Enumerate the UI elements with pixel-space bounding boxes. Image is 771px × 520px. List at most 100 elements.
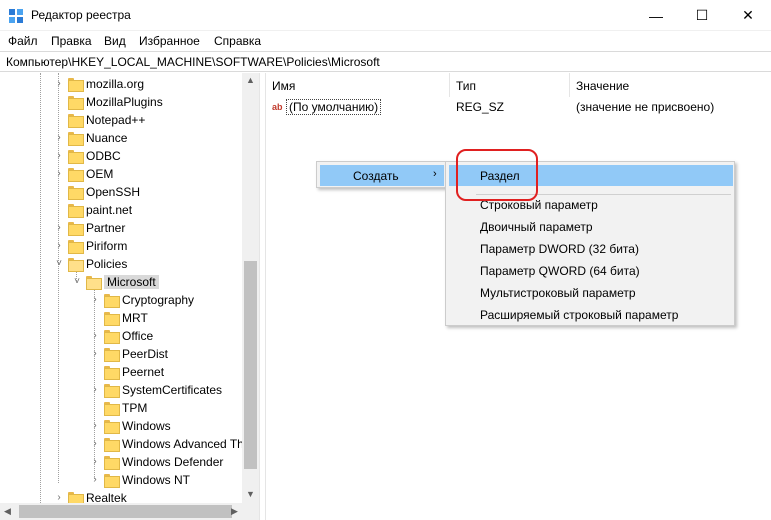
expand-icon [90,367,100,377]
minimize-button[interactable]: — [633,0,679,31]
expand-icon [54,187,64,197]
menu-edit[interactable]: Правка [51,34,92,48]
expand-icon[interactable]: › [54,133,64,143]
tree-item-paint-net[interactable]: paint.net [54,201,132,219]
folder-icon [68,204,84,218]
tree-item-nuance[interactable]: › Nuance [54,129,127,147]
tree-item-label: Cryptography [122,293,195,307]
expand-icon[interactable]: › [54,151,64,161]
tree-item-systemcertificates[interactable]: › SystemCertificates [90,381,222,399]
submenu-item-qword-value[interactable]: Параметр QWORD (64 бита) [449,260,733,281]
tree-item-label: Peernet [122,365,165,379]
tree-item-label: mozilla.org [86,77,145,91]
minimize-icon: — [649,7,663,24]
address-path: Компьютер\HKEY_LOCAL_MACHINE\SOFTWARE\Po… [6,55,380,69]
expand-icon[interactable]: › [54,79,64,89]
tree-item-mozillaplugins[interactable]: MozillaPlugins [54,93,163,111]
tree-item-mrt[interactable]: MRT [90,309,148,327]
tree-item-windows-nt[interactable]: › Windows NT [90,471,190,489]
collapse-icon[interactable]: ˅ [54,259,64,269]
expand-icon[interactable]: › [90,295,100,305]
tree-item-label: Notepad++ [86,113,146,127]
tree-item-tpm[interactable]: TPM [90,399,147,417]
context-menu-item-create[interactable]: Создать › [320,165,444,186]
folder-icon [68,114,84,128]
expand-icon[interactable]: › [54,493,64,503]
folder-icon [104,420,120,434]
value-type: REG_SZ [456,100,505,114]
close-button[interactable]: ✕ [725,0,771,31]
tree-item-openssh[interactable]: OpenSSH [54,183,140,201]
column-header-type[interactable]: Тип [450,73,570,97]
window-title: Редактор реестра [31,8,131,22]
tree-item-microsoft[interactable]: ˅ Microsoft [72,273,159,291]
tree-vertical-scroll-thumb[interactable] [244,261,257,469]
expand-icon[interactable]: › [90,439,100,449]
tree-item-label: TPM [122,401,148,415]
menu-bar: Файл Правка Вид Избранное Справка [0,31,771,51]
tree-item-windows-advanced-th[interactable]: › Windows Advanced Th [90,435,244,453]
expand-icon[interactable]: › [90,457,100,467]
tree-item-policies[interactable]: ˅ Policies [54,255,127,273]
tree-item-piriform[interactable]: › Piriform [54,237,127,255]
tree-item-label: MozillaPlugins [86,95,163,109]
title-bar: Редактор реестра — ☐ ✕ [0,0,771,31]
tree-item-label: Windows NT [122,473,191,487]
scroll-up-icon[interactable]: ▲ [246,75,255,85]
pane-splitter[interactable] [259,73,266,520]
tree-pane[interactable]: › mozilla.org MozillaPlugins Notepad++ ›… [0,73,259,520]
expand-icon[interactable]: › [90,475,100,485]
maximize-button[interactable]: ☐ [679,0,725,31]
folder-icon [68,132,84,146]
column-header-data[interactable]: Значение [570,73,771,97]
tree-item-oem[interactable]: › OEM [54,165,113,183]
address-bar[interactable]: Компьютер\HKEY_LOCAL_MACHINE\SOFTWARE\Po… [0,51,771,72]
tree-item-windows[interactable]: › Windows [90,417,171,435]
tree-item-partner[interactable]: › Partner [54,219,125,237]
tree-item-label: PeerDist [122,347,169,361]
tree-item-label: ODBC [86,149,121,163]
expand-icon[interactable]: › [90,385,100,395]
expand-icon [54,115,64,125]
menu-view[interactable]: Вид [104,34,126,48]
scroll-right-icon[interactable]: ▶ [231,506,238,517]
tree-horizontal-scroll-thumb[interactable] [19,505,232,518]
tree-horizontal-scrollbar[interactable]: ◀ ▶ [0,503,259,520]
collapse-icon[interactable]: ˅ [72,277,82,287]
menu-file[interactable]: Файл [8,34,38,48]
tree-vertical-scrollbar[interactable]: ▲ ▼ [242,73,259,503]
tree-item-odbc[interactable]: › ODBC [54,147,121,165]
tree-item-notepad[interactable]: Notepad++ [54,111,145,129]
value-data: (значение не присвоено) [576,100,715,114]
submenu-arrow-icon: › [433,168,437,180]
menu-help[interactable]: Справка [214,34,261,48]
expand-icon [90,313,100,323]
submenu-item-binary-value[interactable]: Двоичный параметр [449,216,733,237]
scroll-down-icon[interactable]: ▼ [246,489,255,499]
expand-icon[interactable]: › [54,169,64,179]
expand-icon[interactable]: › [54,241,64,251]
tree-item-windows-defender[interactable]: › Windows Defender [90,453,223,471]
folder-icon [68,222,84,236]
submenu-item-expandable-string-value[interactable]: Расширяемый строковый параметр [449,304,733,325]
column-header-name[interactable]: Имя [266,73,450,97]
menu-favorites[interactable]: Избранное [139,34,200,48]
expand-icon[interactable]: › [90,349,100,359]
value-row[interactable]: ab (По умолчанию) REG_SZ (значение не пр… [266,97,771,117]
tree-item-peerdist[interactable]: › PeerDist [90,345,168,363]
column-header-type-label: Тип [456,79,477,93]
tree-item-peernet[interactable]: Peernet [90,363,164,381]
tree-item-mozilla-org[interactable]: › mozilla.org [54,75,144,93]
expand-icon [90,403,100,413]
expand-icon[interactable]: › [90,421,100,431]
tree-item-label: paint.net [86,203,133,217]
tree-item-label: Piriform [86,239,128,253]
folder-icon [68,186,84,200]
expand-icon[interactable]: › [90,331,100,341]
submenu-item-dword-value[interactable]: Параметр DWORD (32 бита) [449,238,733,259]
expand-icon[interactable]: › [54,223,64,233]
scroll-left-icon[interactable]: ◀ [4,506,11,517]
tree-item-cryptography[interactable]: › Cryptography [90,291,194,309]
submenu-item-multistring-value[interactable]: Мультистроковый параметр [449,282,733,303]
tree-item-office[interactable]: › Office [90,327,153,345]
